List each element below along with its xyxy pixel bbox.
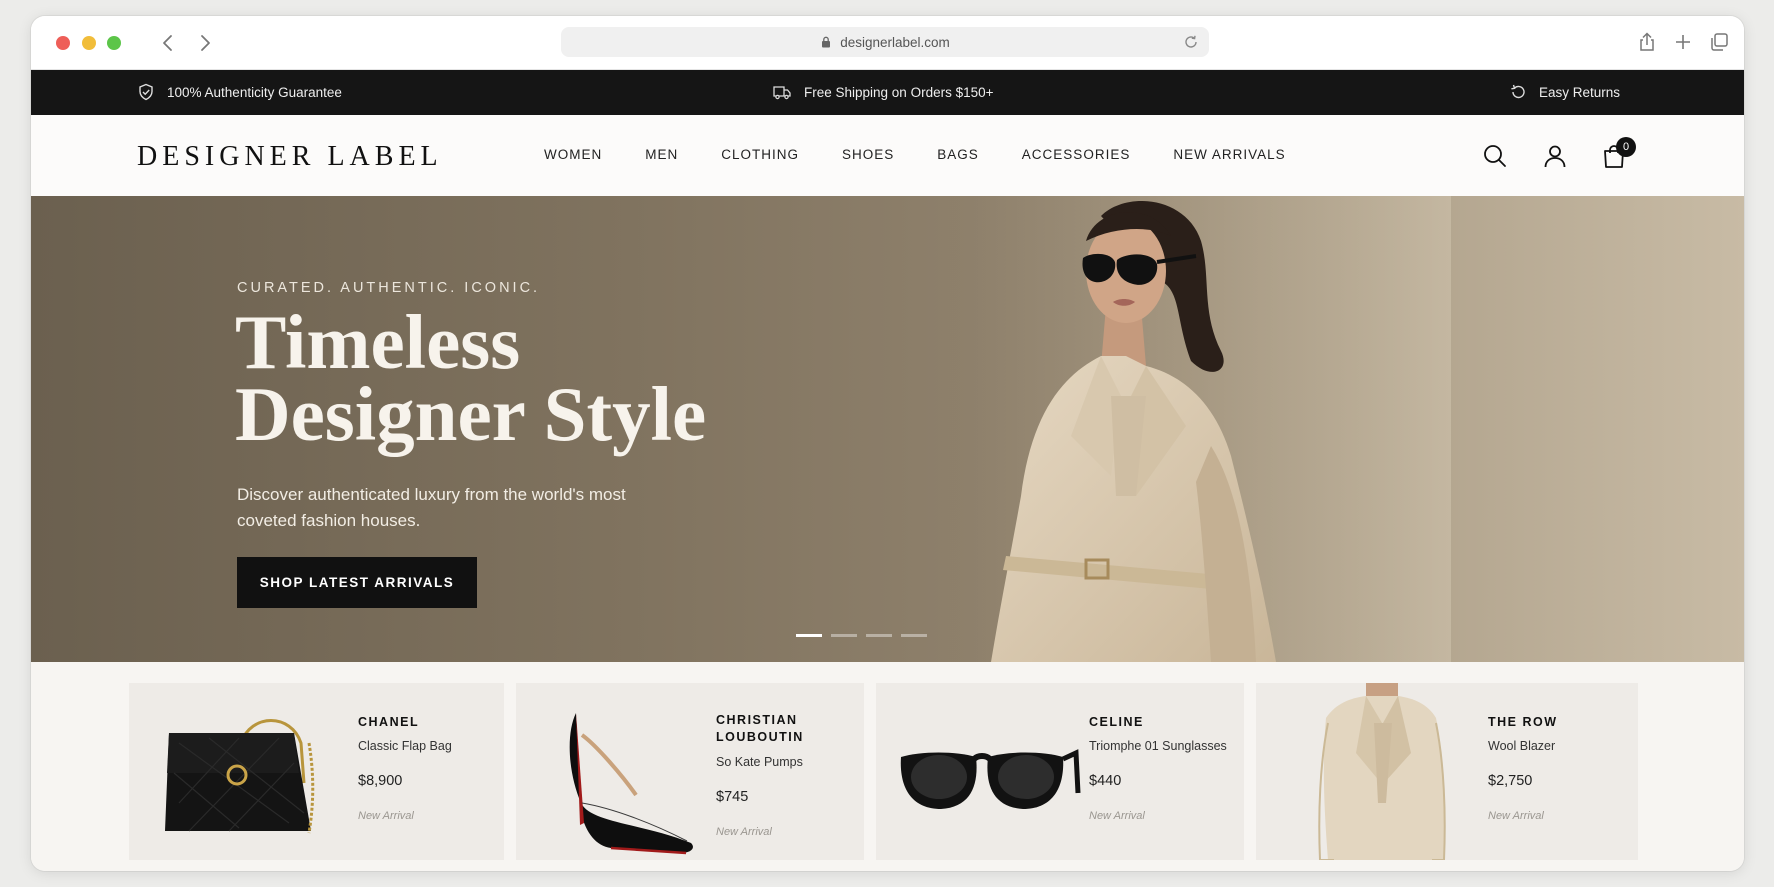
main-navigation: WOMEN MEN CLOTHING SHOES BAGS ACCESSORIE… — [544, 147, 1286, 162]
search-icon[interactable] — [1482, 143, 1508, 169]
product-name: Classic Flap Bag — [358, 739, 452, 753]
browser-window: designerlabel.com 100% Authenticity Guar… — [31, 16, 1744, 871]
return-arrow-icon — [1511, 84, 1525, 99]
nav-accessories[interactable]: ACCESSORIES — [1022, 147, 1131, 162]
shipping-notice: Free Shipping on Orders $150+ — [772, 83, 994, 101]
authenticity-notice: 100% Authenticity Guarantee — [137, 83, 342, 101]
close-window-button[interactable] — [56, 36, 70, 50]
product-image-blazer — [1256, 683, 1466, 861]
nav-men[interactable]: MEN — [645, 147, 678, 162]
product-name: So Kate Pumps — [716, 755, 803, 769]
hero-model-image — [911, 196, 1451, 662]
shop-latest-arrivals-button[interactable]: SHOP LATEST ARRIVALS — [237, 557, 477, 608]
nav-bags[interactable]: BAGS — [937, 147, 979, 162]
product-brand: THE ROW — [1488, 715, 1558, 729]
browser-toolbar: designerlabel.com — [31, 16, 1744, 70]
product-tag: New Arrival — [1488, 810, 1544, 822]
featured-products: CHANEL Classic Flap Bag $8,900 New Arriv… — [31, 662, 1744, 871]
hero-subtitle: Discover authenticated luxury from the w… — [237, 485, 626, 530]
address-bar[interactable]: designerlabel.com — [561, 27, 1209, 57]
cart-count-badge: 0 — [1616, 137, 1636, 157]
product-card[interactable]: CHANEL Classic Flap Bag $8,900 New Arriv… — [129, 683, 504, 860]
product-brand: CHANEL — [358, 715, 420, 729]
carousel-dot-1[interactable] — [796, 634, 822, 637]
forward-arrow-icon[interactable] — [195, 33, 215, 53]
site-header: DESIGNER LABEL WOMEN MEN CLOTHING SHOES … — [31, 115, 1744, 196]
product-name: Wool Blazer — [1488, 739, 1556, 753]
carousel-dot-2[interactable] — [831, 634, 857, 637]
share-icon[interactable] — [1636, 31, 1658, 53]
back-arrow-icon[interactable] — [158, 33, 178, 53]
product-card[interactable]: THE ROW Wool Blazer $2,750 New Arrival — [1256, 683, 1638, 861]
product-price: $745 — [716, 789, 749, 805]
new-tab-icon[interactable] — [1672, 31, 1694, 53]
shipping-text: Free Shipping on Orders $150+ — [804, 84, 994, 100]
returns-notice: Easy Returns — [1509, 83, 1620, 101]
product-card[interactable]: CELINE Triomphe 01 Sunglasses $440 New A… — [876, 683, 1244, 860]
carousel-dot-4[interactable] — [901, 634, 927, 637]
product-brand: CELINE — [1089, 715, 1144, 729]
minimize-window-button[interactable] — [82, 36, 96, 50]
account-icon[interactable] — [1542, 143, 1568, 169]
product-image-pumps — [516, 683, 711, 860]
product-price: $2,750 — [1488, 773, 1533, 789]
shield-check-icon — [139, 83, 153, 101]
product-tag: New Arrival — [358, 810, 414, 822]
product-tag: New Arrival — [716, 826, 772, 838]
announcement-bar: 100% Authenticity Guarantee Free Shippin… — [31, 70, 1744, 115]
hero-eyebrow: CURATED. AUTHENTIC. ICONIC. — [237, 280, 541, 296]
hero-title-line1: Timeless — [235, 299, 521, 385]
hero-banner: CURATED. AUTHENTIC. ICONIC. Timeless Des… — [31, 196, 1744, 662]
returns-text: Easy Returns — [1539, 84, 1621, 100]
nav-shoes[interactable]: SHOES — [842, 147, 894, 162]
nav-new-arrivals[interactable]: NEW ARRIVALS — [1173, 147, 1285, 162]
product-image-sunglasses — [876, 683, 1086, 860]
reload-icon[interactable] — [1183, 34, 1199, 50]
carousel-dot-3[interactable] — [866, 634, 892, 637]
site-logo[interactable]: DESIGNER LABEL — [137, 141, 443, 173]
maximize-window-button[interactable] — [107, 36, 121, 50]
nav-women[interactable]: WOMEN — [544, 147, 602, 162]
url-text: designerlabel.com — [840, 34, 950, 50]
hero-title-line2: Designer Style — [235, 371, 707, 457]
product-tag: New Arrival — [1089, 810, 1145, 822]
authenticity-text: 100% Authenticity Guarantee — [167, 84, 342, 100]
truck-icon — [773, 86, 791, 100]
product-name: Triomphe 01 Sunglasses — [1089, 739, 1227, 753]
product-brand: CHRISTIAN LOUBOUTIN — [716, 713, 804, 744]
product-price: $440 — [1089, 773, 1122, 789]
lock-icon — [822, 36, 831, 48]
tab-overview-icon[interactable] — [1708, 31, 1730, 53]
hero-title: Timeless Designer Style — [235, 299, 707, 457]
product-image-bag — [129, 683, 339, 860]
product-card[interactable]: CHRISTIAN LOUBOUTIN So Kate Pumps $745 N… — [516, 683, 864, 860]
nav-clothing[interactable]: CLOTHING — [721, 147, 799, 162]
product-price: $8,900 — [358, 773, 403, 789]
carousel-indicators — [796, 634, 927, 637]
